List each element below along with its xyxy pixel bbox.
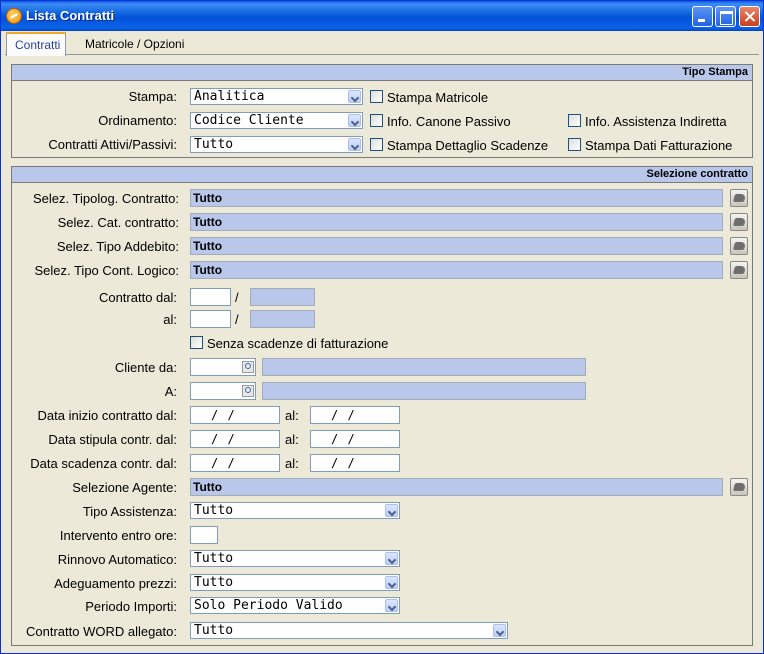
categoria-field[interactable]: Tutto: [190, 213, 723, 231]
info-canone-checkbox[interactable]: [370, 114, 383, 127]
agente-label: Selezione Agente:: [72, 480, 177, 495]
chevron-down-icon[interactable]: [385, 504, 398, 517]
search-icon[interactable]: [242, 361, 254, 373]
periodo-label: Periodo Importi:: [85, 599, 177, 614]
word-select[interactable]: Tutto: [190, 622, 508, 639]
data-inizio-label: Data inizio contratto dal:: [37, 408, 177, 423]
attivi-passivi-select[interactable]: Tutto: [190, 136, 363, 153]
addebito-field[interactable]: Tutto: [190, 237, 723, 255]
chevron-down-icon[interactable]: [348, 90, 361, 103]
tab-matricole-opzioni[interactable]: Matricole / Opzioni: [77, 33, 192, 55]
data-scadenza-from-input[interactable]: / /: [190, 454, 280, 472]
tipo-assistenza-select[interactable]: Tutto: [190, 502, 400, 519]
contratto-dal-label: Contratto dal:: [98, 290, 177, 305]
chevron-down-icon[interactable]: [385, 576, 398, 589]
al-label: al:: [285, 408, 299, 423]
rinnovo-select[interactable]: Tutto: [190, 550, 400, 567]
title-bar[interactable]: Lista Contratti: [1, 1, 763, 31]
stampa-select[interactable]: Analitica: [190, 88, 363, 105]
slash-separator: /: [235, 312, 239, 327]
data-stipula-from-input[interactable]: / /: [190, 430, 280, 448]
data-inizio-to-input[interactable]: / /: [310, 406, 400, 424]
selezione-contratto-header: Selezione contratto: [12, 167, 752, 183]
word-label: Contratto WORD allegato:: [25, 624, 177, 639]
stampa-label: Stampa:: [128, 89, 177, 104]
maximize-button[interactable]: [715, 6, 736, 27]
tab-bar: Contratti Matricole / Opzioni: [5, 31, 759, 56]
adeguamento-select[interactable]: Tutto: [190, 574, 400, 591]
slash-separator: /: [235, 290, 239, 305]
intervento-input[interactable]: [190, 526, 218, 544]
adeguamento-label: Adeguamento prezzi:: [54, 576, 177, 591]
search-icon[interactable]: [242, 385, 254, 397]
dettaglio-scadenze-label: Stampa Dettaglio Scadenze: [387, 138, 549, 153]
categoria-label: Selez. Cat. contratto:: [57, 215, 179, 230]
data-stipula-to-input[interactable]: / /: [310, 430, 400, 448]
minimize-button[interactable]: [692, 6, 713, 27]
chevron-down-icon[interactable]: [348, 138, 361, 151]
data-scadenza-label: Data scadenza contr. dal:: [30, 456, 177, 471]
ordinamento-select[interactable]: Codice Cliente: [190, 112, 363, 129]
cliente-da-input[interactable]: [190, 358, 256, 376]
tipo-assistenza-label: Tipo Assistenza:: [82, 504, 177, 519]
main-window: Lista Contratti Contratti Matricole / Op…: [0, 0, 764, 654]
dettaglio-scadenze-checkbox[interactable]: [370, 138, 383, 151]
tipologia-field[interactable]: Tutto: [190, 189, 723, 207]
dati-fatturazione-label: Stampa Dati Fatturazione: [585, 138, 733, 153]
addebito-label: Selez. Tipo Addebito:: [56, 239, 179, 254]
intervento-label: Intervento entro ore:: [59, 528, 177, 543]
contratto-al-year-input[interactable]: [190, 310, 231, 328]
cont-logico-field[interactable]: Tutto: [190, 261, 723, 279]
data-inizio-from-input[interactable]: / /: [190, 406, 280, 424]
senza-scadenze-label: Senza scadenze di fatturazione: [207, 336, 389, 351]
close-button[interactable]: [739, 6, 760, 27]
cliente-a-input[interactable]: [190, 382, 256, 400]
al-label: al:: [285, 456, 299, 471]
cont-logico-label: Selez. Tipo Cont. Logico:: [34, 263, 179, 278]
lookup-icon[interactable]: [730, 213, 748, 231]
al-label: al:: [285, 432, 299, 447]
app-icon: [6, 8, 22, 24]
senza-scadenze-checkbox[interactable]: [190, 336, 203, 349]
contratto-dal-number-field[interactable]: [250, 288, 315, 306]
data-stipula-label: Data stipula contr. dal:: [48, 432, 177, 447]
data-scadenza-to-input[interactable]: / /: [310, 454, 400, 472]
stampa-matricole-label: Stampa Matricole: [387, 90, 489, 105]
lookup-icon[interactable]: [730, 189, 748, 207]
contratto-al-label: al:: [163, 312, 177, 327]
lookup-icon[interactable]: [730, 478, 748, 496]
chevron-down-icon[interactable]: [385, 552, 398, 565]
lookup-icon[interactable]: [730, 261, 748, 279]
tab-contratti[interactable]: Contratti: [6, 32, 66, 56]
window-title: Lista Contratti: [26, 8, 115, 23]
rinnovo-label: Rinnovo Automatico:: [57, 552, 177, 567]
ordinamento-label: Ordinamento:: [98, 113, 177, 128]
contratto-al-number-field[interactable]: [250, 310, 315, 328]
chevron-down-icon[interactable]: [385, 599, 398, 612]
cliente-a-label: A:: [164, 384, 177, 399]
dati-fatturazione-checkbox[interactable]: [568, 138, 581, 151]
cliente-a-description: [262, 382, 586, 400]
lookup-icon[interactable]: [730, 237, 748, 255]
tipo-stampa-header: Tipo Stampa: [12, 65, 752, 81]
agente-field[interactable]: Tutto: [190, 478, 723, 496]
info-assistenza-checkbox[interactable]: [568, 114, 581, 127]
info-canone-label: Info. Canone Passivo: [387, 114, 511, 129]
tipologia-label: Selez. Tipolog. Contratto:: [33, 191, 179, 206]
chevron-down-icon[interactable]: [493, 624, 506, 637]
info-assistenza-label: Info. Assistenza Indiretta: [585, 114, 727, 129]
stampa-matricole-checkbox[interactable]: [370, 90, 383, 103]
attivi-passivi-label: Contratti Attivi/Passivi:: [48, 137, 177, 152]
contratto-dal-year-input[interactable]: [190, 288, 231, 306]
cliente-da-description: [262, 358, 586, 376]
chevron-down-icon[interactable]: [348, 114, 361, 127]
periodo-select[interactable]: Solo Periodo Valido: [190, 597, 400, 614]
cliente-da-label: Cliente da:: [114, 360, 177, 375]
